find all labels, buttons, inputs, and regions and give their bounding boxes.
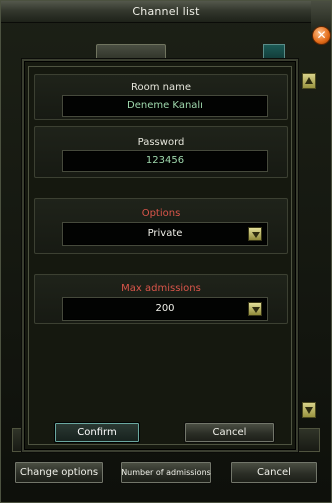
close-icon[interactable]: ✕ [312,26,331,45]
background-list-row-edge [296,428,320,452]
max-admissions-label: Max admissions [121,283,201,294]
arrow-up-icon[interactable] [302,73,316,89]
background-list-row-edge [12,428,24,452]
options-label: Options [141,208,181,219]
password-input[interactable]: 123456 [62,150,268,172]
number-of-admissions-button[interactable]: Number of admissions [120,461,212,484]
chevron-down-icon[interactable] [248,227,262,241]
window-title: Channel list [1,1,331,23]
confirm-button[interactable]: Confirm [54,422,140,443]
options-dropdown[interactable]: Private [62,222,268,246]
arrow-down-icon[interactable] [302,402,316,418]
dialog-inner-frame [28,66,292,445]
room-name-label: Room name [130,82,191,93]
change-options-button[interactable]: Change options [14,461,104,484]
dialog-cancel-button[interactable]: Cancel [184,422,275,443]
room-name-input[interactable]: Deneme Kanalı [62,95,268,117]
cancel-button[interactable]: Cancel [230,461,318,484]
password-label: Password [137,137,185,148]
max-admissions-dropdown[interactable]: 200 [62,297,268,321]
chevron-down-icon[interactable] [248,302,262,316]
